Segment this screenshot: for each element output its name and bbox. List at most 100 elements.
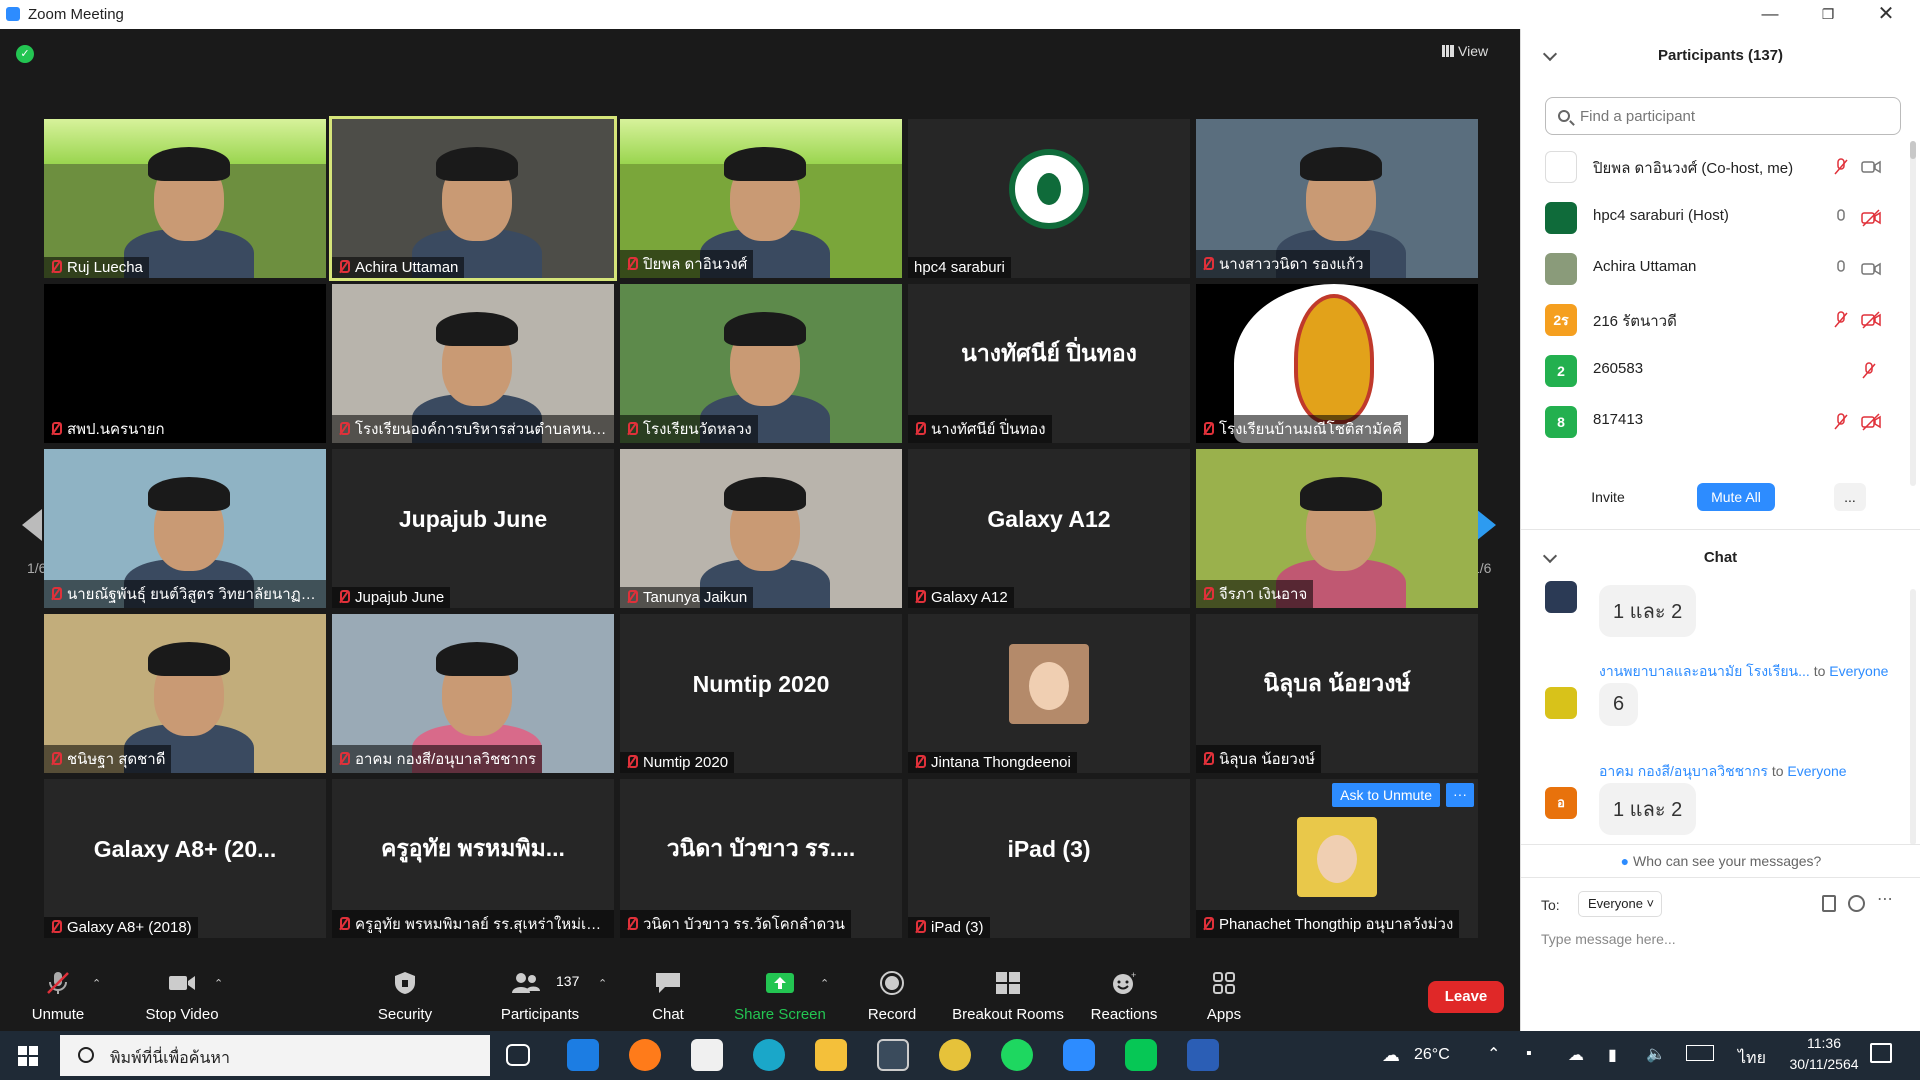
- video-tile[interactable]: ชนิษฐา สุดชาดี: [44, 614, 326, 773]
- chat-button[interactable]: Chat: [628, 955, 708, 1031]
- mute-all-button[interactable]: Mute All: [1697, 483, 1775, 511]
- video-tile[interactable]: iPad (3) iPad (3): [908, 779, 1190, 938]
- video-tile[interactable]: สพป.นครนายก: [44, 284, 326, 443]
- notifications-icon[interactable]: [1870, 1043, 1892, 1063]
- video-tile[interactable]: นายณัฐพันธุ์ ยนต์วิสูตร วิทยาลัยนาฏศิ...: [44, 449, 326, 608]
- screen-app-icon[interactable]: [877, 1039, 909, 1071]
- minimize-icon[interactable]: —: [1752, 3, 1788, 25]
- edge-icon[interactable]: [753, 1039, 785, 1071]
- video-tile[interactable]: Numtip 2020 Numtip 2020: [620, 614, 902, 773]
- reactions-button[interactable]: + Reactions: [1084, 955, 1164, 1031]
- invite-button[interactable]: Invite: [1579, 483, 1637, 511]
- record-button[interactable]: Record: [852, 955, 932, 1031]
- video-tile[interactable]: นิลุบล น้อยวงษ์ นิลุบล น้อยวงษ์: [1196, 614, 1478, 773]
- weather-temp[interactable]: 26°C: [1414, 1046, 1450, 1064]
- audio-options-caret-icon[interactable]: ⌃: [92, 977, 101, 990]
- weather-cloud-icon[interactable]: ☁: [1382, 1045, 1400, 1066]
- video-tile[interactable]: จีรภา เงินอาจ: [1196, 449, 1478, 608]
- view-button[interactable]: View: [1442, 38, 1510, 64]
- security-button[interactable]: Security: [365, 955, 445, 1031]
- line-icon[interactable]: [1125, 1039, 1157, 1071]
- chat-sender[interactable]: อาคม กองสี/อนุบาลวิชชากร: [1599, 763, 1768, 779]
- participant-row[interactable]: hpc4 saraburi (Host): [1545, 192, 1891, 242]
- onedrive-icon[interactable]: ☁: [1568, 1045, 1584, 1065]
- recipient-dropdown[interactable]: Everyone ˅: [1578, 891, 1662, 917]
- taskbar-search-input[interactable]: พิมพ์ที่นี่เพื่อค้นหา: [60, 1035, 490, 1076]
- file-explorer-icon[interactable]: [815, 1039, 847, 1071]
- video-tile[interactable]: อาคม กองสี/อนุบาลวิชชากร: [332, 614, 614, 773]
- chat-sender[interactable]: งานพยาบาลและอนามัย โรงเรียน...: [1599, 663, 1810, 679]
- participants-caret-icon[interactable]: ⌃: [598, 977, 607, 990]
- video-tile[interactable]: โรงเรียนบ้านมณีโชติสามัคคี: [1196, 284, 1478, 443]
- tile-more-button[interactable]: ···: [1446, 783, 1474, 807]
- file-icon[interactable]: [1822, 895, 1836, 912]
- video-tile[interactable]: Jintana Thongdeenoi: [908, 614, 1190, 773]
- mic-off-icon[interactable]: [1833, 158, 1849, 176]
- apps-button[interactable]: Apps: [1184, 955, 1264, 1031]
- share-options-caret-icon[interactable]: ⌃: [820, 977, 829, 990]
- participant-search-input[interactable]: Find a participant: [1545, 97, 1901, 135]
- battery-icon[interactable]: ▮: [1608, 1045, 1617, 1065]
- zoom-taskbar-icon[interactable]: [1063, 1039, 1095, 1071]
- chat-more-icon[interactable]: ⋯: [1877, 889, 1893, 909]
- video-on-icon[interactable]: [1861, 158, 1881, 176]
- video-tile[interactable]: Phanachet Thongthip อนุบาลวังม่วง Ask to …: [1196, 779, 1478, 938]
- prev-page-icon[interactable]: [22, 509, 44, 541]
- video-off-icon[interactable]: [1861, 209, 1881, 227]
- mail-icon[interactable]: [567, 1039, 599, 1071]
- restore-icon[interactable]: ❐: [1810, 3, 1846, 25]
- chat-scrollbar[interactable]: [1910, 589, 1916, 845]
- ask-to-unmute-button[interactable]: Ask to Unmute: [1332, 783, 1440, 807]
- participant-scrollbar-track[interactable]: [1910, 141, 1916, 486]
- tray-chevron-icon[interactable]: ⌃: [1487, 1044, 1500, 1064]
- clock-date[interactable]: 30/11/2564: [1774, 1056, 1874, 1072]
- participants-more-button[interactable]: ...: [1834, 483, 1866, 511]
- chat-recipient[interactable]: Everyone: [1787, 763, 1846, 779]
- emoji-icon[interactable]: [1848, 895, 1865, 912]
- input-language[interactable]: ไทย: [1738, 1046, 1766, 1071]
- participant-row[interactable]: 2ร 216 รัตนาวดี: [1545, 294, 1891, 344]
- mic-off-icon[interactable]: [1861, 362, 1877, 380]
- encryption-shield-icon[interactable]: ✓: [16, 45, 34, 63]
- stop-video-button[interactable]: Stop Video: [132, 955, 232, 1031]
- message-input[interactable]: Type message here...: [1541, 931, 1676, 947]
- word-icon[interactable]: [1187, 1039, 1219, 1071]
- network-icon[interactable]: ▪: [1526, 1045, 1532, 1063]
- share-screen-button[interactable]: Share Screen: [728, 955, 832, 1031]
- mic-off-icon[interactable]: [1833, 413, 1849, 431]
- mic-on-icon[interactable]: [1833, 209, 1849, 227]
- volume-icon[interactable]: 🔈: [1646, 1044, 1666, 1064]
- leave-button[interactable]: Leave: [1428, 981, 1504, 1013]
- firefox-icon[interactable]: [629, 1039, 661, 1071]
- unmute-button[interactable]: Unmute: [18, 955, 98, 1031]
- video-tile[interactable]: โรงเรียนวัดหลวง: [620, 284, 902, 443]
- video-tile[interactable]: นางทัศนีย์ ปิ่นทอง นางทัศนีย์ ปิ่นทอง: [908, 284, 1190, 443]
- video-tile[interactable]: โรงเรียนองค์การบริหารส่วนตำบลหนองปล...: [332, 284, 614, 443]
- store-icon[interactable]: [691, 1039, 723, 1071]
- video-tile[interactable]: Galaxy A12 Galaxy A12: [908, 449, 1190, 608]
- participants-button[interactable]: 137 Participants: [490, 955, 590, 1031]
- participant-row[interactable]: 8 817413: [1545, 396, 1891, 446]
- video-tile[interactable]: Ruj Luecha: [44, 119, 326, 278]
- video-tile[interactable]: ครูอุทัย พรหมพิม... ครูอุทัย พรหมพิมาลย์ …: [332, 779, 614, 938]
- video-tile[interactable]: Galaxy A8+ (20... Galaxy A8+ (2018): [44, 779, 326, 938]
- task-view-icon[interactable]: [506, 1044, 530, 1066]
- chrome-icon[interactable]: [939, 1039, 971, 1071]
- chat-recipient[interactable]: Everyone: [1829, 663, 1888, 679]
- video-options-caret-icon[interactable]: ⌃: [214, 977, 223, 990]
- breakout-rooms-button[interactable]: Breakout Rooms: [948, 955, 1068, 1031]
- windows-start-icon[interactable]: [18, 1046, 38, 1066]
- participant-scrollbar-thumb[interactable]: [1910, 141, 1916, 159]
- video-tile[interactable]: Achira Uttaman: [329, 116, 617, 281]
- who-can-see-link[interactable]: ● Who can see your messages?: [1521, 853, 1920, 869]
- participant-row[interactable]: Achira Uttaman: [1545, 243, 1891, 293]
- video-off-icon[interactable]: [1861, 413, 1881, 431]
- participant-row[interactable]: ปิยพล ดาอินวงศ์ (Co-host, me): [1545, 141, 1891, 191]
- spotify-icon[interactable]: [1001, 1039, 1033, 1071]
- video-tile[interactable]: Jupajub June Jupajub June: [332, 449, 614, 608]
- keyboard-icon[interactable]: [1686, 1045, 1714, 1061]
- participant-row[interactable]: 2 260583: [1545, 345, 1891, 395]
- video-tile[interactable]: วนิดา บัวขาว รร.... วนิดา บัวขาว รร.วัดโค…: [620, 779, 902, 938]
- video-tile[interactable]: นางสาววนิดา รองแก้ว: [1196, 119, 1478, 278]
- close-icon[interactable]: ✕: [1868, 3, 1904, 25]
